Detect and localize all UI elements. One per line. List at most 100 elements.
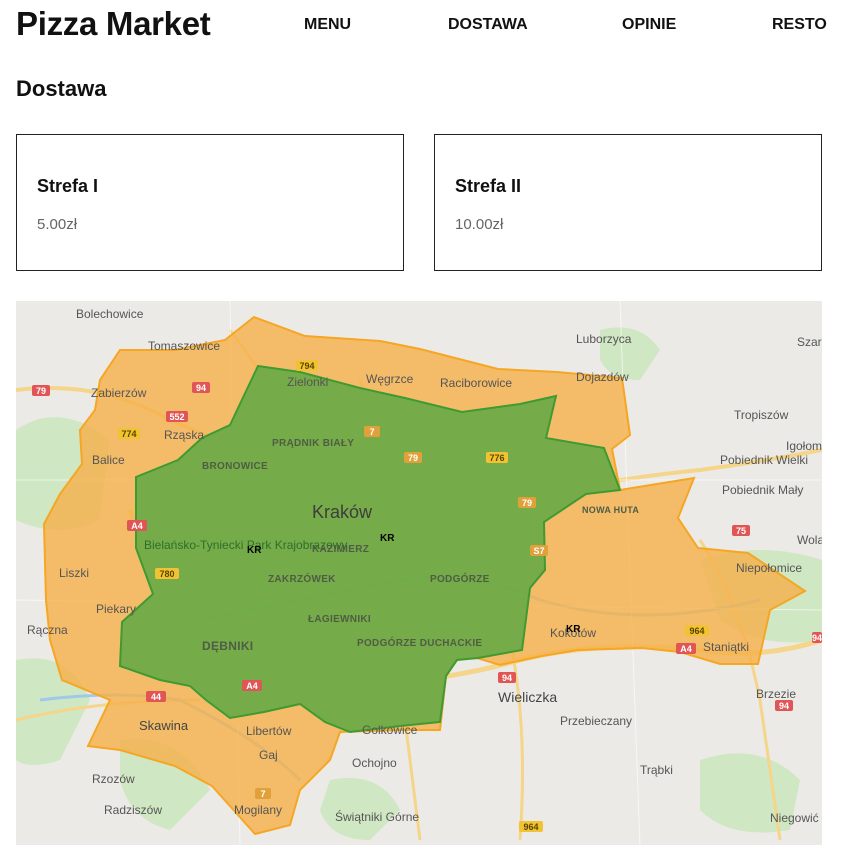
nav-menu[interactable]: MENU [304,16,351,34]
place-label: Węgrzce [366,372,414,386]
road-badge: S7 [530,545,548,556]
road-badge: 7 [364,426,380,437]
city-label: Kraków [312,502,373,522]
zone-card-strefa-2: Strefa II 10.00zł [434,134,822,271]
svg-text:552: 552 [169,412,184,422]
road-badge: A4 [242,680,262,691]
svg-text:94: 94 [779,701,789,711]
place-label: Wieliczka [498,689,557,705]
svg-text:94: 94 [502,673,512,683]
place-label: Niepołomice [736,561,802,575]
zone-price: 5.00zł [37,216,78,233]
place-label: Dojazdów [576,370,629,384]
road-badge: 552 [166,411,188,422]
road-badge: A4 [676,643,696,654]
place-label: Pobiednik Wielki [720,453,808,467]
svg-text:780: 780 [159,569,174,579]
place-label: Mogilany [234,803,282,817]
svg-text:964: 964 [523,822,538,832]
place-label: Rzozów [92,772,135,786]
svg-text:94: 94 [196,383,206,393]
svg-text:A4: A4 [680,644,692,654]
road-badge: 94 [498,672,516,683]
place-label: Luborzyca [576,332,632,346]
svg-text:75: 75 [736,526,746,536]
place-label: Libertów [246,724,292,738]
place-label: Piekary [96,602,136,616]
svg-text:794: 794 [299,361,314,371]
delivery-map[interactable]: 79 794 94 552 774 7 79 776 79 A4 S7 780 … [16,301,822,845]
site-header: Pizza Market MENU DOSTAWA OPINIE RESTO [0,0,842,52]
road-badge: 7 [255,788,271,799]
district-label: PRĄDNIK BIAŁY [272,438,354,449]
district-label: NOWA HUTA [582,505,639,515]
district-label: ŁAGIEWNIKI [308,614,371,625]
road-badge: 776 [486,452,508,463]
site-logo[interactable]: Pizza Market [16,5,211,43]
place-label: Świątniki Górne [335,809,419,824]
place-label: Wola [797,533,822,547]
district-label: PODGÓRZE DUCHACKIE [357,636,482,649]
place-label: Radziszów [104,803,162,817]
svg-text:79: 79 [522,498,532,508]
place-label: Zabierzów [91,386,147,400]
svg-text:S7: S7 [533,546,544,556]
place-label: Raciborowice [440,376,512,390]
place-label: Ochojno [352,756,397,770]
place-label: Rząska [164,428,204,442]
road-badge: 79 [404,452,422,463]
svg-text:964: 964 [689,626,704,636]
svg-text:7: 7 [369,427,374,437]
nav-resto[interactable]: RESTO [772,16,827,34]
place-label: Szarów [797,335,822,349]
place-label: Pobiednik Mały [722,483,803,497]
place-label: Gaj [259,748,278,762]
road-badge: 79 [518,497,536,508]
road-badge: A4 [127,520,147,531]
place-label: Tomaszowice [148,339,220,353]
svg-text:7: 7 [260,789,265,799]
road-badge: 94 [192,382,210,393]
svg-text:A4: A4 [246,681,258,691]
zone-price: 10.00zł [455,216,504,233]
nav-opinie[interactable]: OPINIE [622,16,676,34]
place-label: Igołomia [786,439,822,453]
district-label: DĘBNIKI [202,639,253,653]
map-marker: KR [566,624,581,635]
district-label: ZAKRZÓWEK [268,572,336,585]
district-label: BRONOWICE [202,461,268,472]
nav-dostawa[interactable]: DOSTAWA [448,16,528,34]
svg-text:A4: A4 [131,521,143,531]
road-badge: 774 [118,428,140,439]
place-label: Trąbki [640,763,673,777]
map-canvas[interactable]: 79 794 94 552 774 7 79 776 79 A4 S7 780 … [16,301,822,845]
svg-text:44: 44 [151,692,161,702]
district-label: PODGÓRZE [430,572,490,585]
road-badge: 94 [775,700,793,711]
road-badge: 44 [146,691,166,702]
place-label: Niegowić [770,811,819,825]
road-badge: 94 [812,632,822,643]
road-badge: 780 [155,568,179,579]
district-label: KAZIMIERZ [312,544,369,555]
place-label: Przebieczany [560,714,632,728]
place-label: Liszki [59,566,89,580]
zone-name: Strefa II [455,176,522,196]
place-label: Brzezie [756,687,796,701]
place-label: Staniątki [703,640,749,654]
svg-text:776: 776 [489,453,504,463]
place-label: Rączna [27,623,68,637]
zone-card-strefa-1: Strefa I 5.00zł [16,134,404,271]
road-badge: 75 [732,525,750,536]
svg-text:79: 79 [408,453,418,463]
place-label: Zielonki [287,375,328,389]
svg-text:79: 79 [36,386,46,396]
place-label: Balice [92,453,125,467]
road-badge: 79 [32,385,50,396]
road-badge: 794 [296,360,318,371]
place-label: Bolechowice [76,307,144,321]
delivery-heading: Dostawa [16,76,107,101]
road-badge: 964 [519,821,543,832]
place-label: Tropiszów [734,408,789,422]
svg-text:94: 94 [812,633,822,643]
